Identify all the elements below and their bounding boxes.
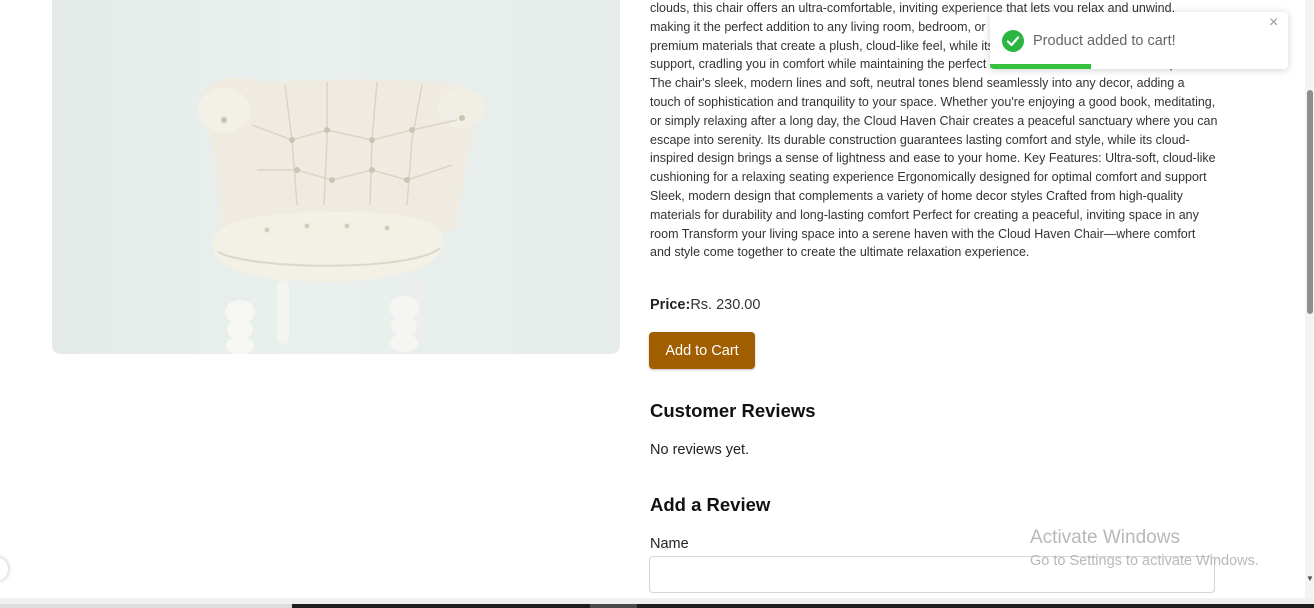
chair-leg bbox=[389, 296, 419, 352]
activate-windows-subtitle: Go to Settings to activate Windows. bbox=[1030, 553, 1259, 569]
taskbar-segment bbox=[590, 604, 637, 608]
product-image bbox=[52, 0, 620, 354]
add-to-cart-button[interactable]: Add to Cart bbox=[649, 332, 755, 369]
chair-leg bbox=[225, 300, 255, 354]
scroll-down-arrow-icon[interactable]: ▼ bbox=[1306, 574, 1314, 583]
name-label: Name bbox=[650, 536, 689, 552]
toast-notification: Product added to cart! × bbox=[990, 12, 1288, 69]
price-label: Price: bbox=[650, 297, 691, 313]
close-icon[interactable]: × bbox=[1269, 15, 1278, 31]
taskbar-segment bbox=[0, 604, 292, 608]
price-value: Rs. 230.00 bbox=[690, 297, 761, 313]
scrollbar-thumb[interactable] bbox=[1307, 90, 1313, 314]
activate-windows-title: Activate Windows bbox=[1030, 527, 1180, 548]
no-reviews-text: No reviews yet. bbox=[650, 442, 750, 458]
check-circle-icon bbox=[1002, 30, 1024, 52]
chair-seat bbox=[212, 212, 444, 282]
toast-message: Product added to cart! bbox=[1033, 33, 1176, 49]
side-tab-handle[interactable] bbox=[0, 558, 8, 580]
customer-reviews-heading: Customer Reviews bbox=[650, 400, 816, 421]
toast-progress-bar bbox=[990, 64, 1092, 69]
price-row: Price:Rs. 230.00 bbox=[650, 297, 760, 313]
chair-leg bbox=[277, 280, 289, 344]
chair-illustration bbox=[198, 77, 486, 354]
chair-arm bbox=[198, 88, 250, 132]
add-review-heading: Add a Review bbox=[650, 494, 771, 515]
